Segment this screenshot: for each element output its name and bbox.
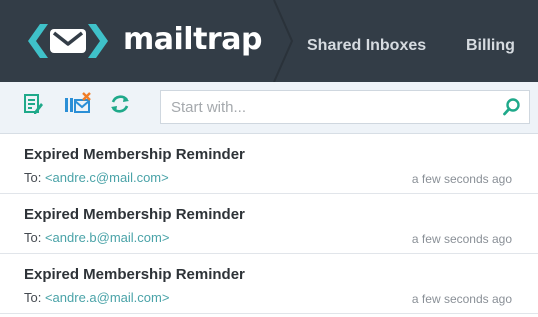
message-subject: Expired Membership Reminder	[24, 266, 245, 283]
recipient-email: <andre.a@mail.com>	[44, 290, 170, 305]
clean-inbox-icon[interactable]	[63, 92, 91, 116]
message-subject: Expired Membership Reminder	[24, 206, 245, 223]
message-row[interactable]: Expired Membership Reminder To: <andre.b…	[0, 194, 538, 254]
message-recipient: To: <andre.b@mail.com>	[24, 230, 169, 246]
recipient-prefix: To:	[24, 230, 45, 245]
recipient-email: <andre.c@mail.com>	[44, 170, 169, 185]
inbox-toolbar	[0, 82, 538, 134]
message-list: Expired Membership Reminder To: <andre.c…	[0, 134, 538, 314]
recipient-email: <andre.b@mail.com>	[44, 230, 170, 245]
search-icon[interactable]	[503, 98, 521, 116]
recipient-prefix: To:	[24, 290, 45, 305]
recipient-prefix: To:	[24, 170, 45, 185]
message-time: a few seconds ago	[411, 172, 512, 186]
mailtrap-logo-icon[interactable]	[18, 20, 118, 62]
message-subject: Expired Membership Reminder	[24, 146, 245, 163]
nav-divider	[273, 0, 294, 82]
edit-icon[interactable]	[22, 92, 46, 116]
message-recipient: To: <andre.a@mail.com>	[24, 290, 169, 306]
brand-wordmark[interactable]: mailtrap	[123, 22, 262, 58]
message-row[interactable]: Expired Membership Reminder To: <andre.c…	[0, 134, 538, 194]
top-navigation-bar: mailtrap Shared Inboxes Billing	[0, 0, 538, 82]
message-time: a few seconds ago	[411, 232, 512, 246]
message-time: a few seconds ago	[411, 292, 512, 306]
search-box	[160, 90, 530, 124]
message-row[interactable]: Expired Membership Reminder To: <andre.a…	[0, 254, 538, 314]
nav-billing[interactable]: Billing	[466, 36, 515, 56]
refresh-icon[interactable]	[108, 92, 132, 116]
nav-shared-inboxes[interactable]: Shared Inboxes	[307, 36, 426, 56]
search-input[interactable]	[161, 91, 491, 123]
message-recipient: To: <andre.c@mail.com>	[24, 170, 169, 186]
